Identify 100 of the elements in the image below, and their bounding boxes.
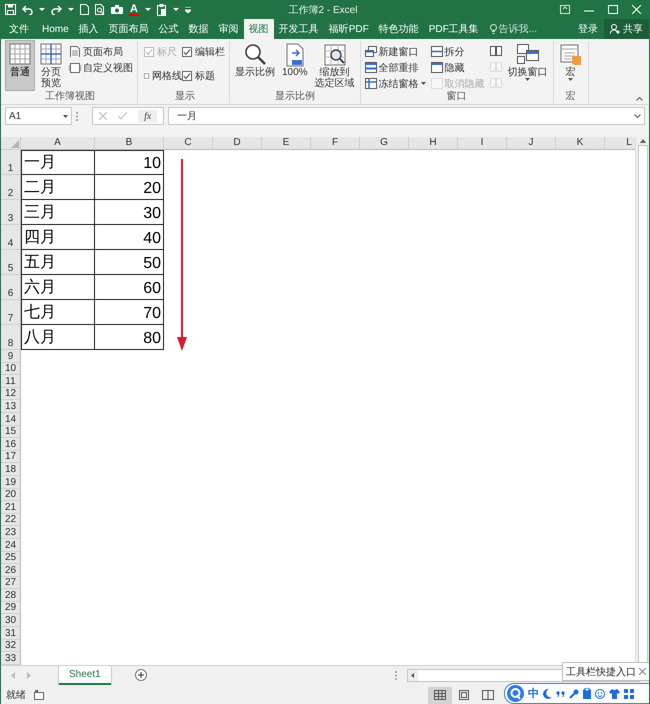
column-header[interactable]: I: [458, 137, 507, 150]
table-cell[interactable]: 八月: [21, 325, 95, 350]
row-header[interactable]: 18: [1, 463, 21, 476]
ribbon-button[interactable]: 切换窗口: [506, 41, 550, 90]
view-button[interactable]: [428, 686, 452, 704]
row-header[interactable]: 29: [1, 602, 21, 614]
row-header[interactable]: 2: [1, 175, 21, 200]
caret-icon[interactable]: [39, 8, 45, 11]
column-header[interactable]: J: [507, 137, 556, 150]
ribbon-button[interactable]: 新建窗口: [364, 44, 427, 59]
row-header[interactable]: 26: [1, 564, 21, 577]
table-cell[interactable]: 二月: [21, 175, 95, 200]
ribbon-tab[interactable]: Home: [37, 19, 74, 39]
name-box[interactable]: A1: [5, 107, 72, 125]
ribbon-tab[interactable]: 特色功能: [374, 19, 424, 39]
expand-caret-icon[interactable]: [634, 114, 641, 118]
row-header[interactable]: 5: [1, 250, 21, 275]
column-header[interactable]: H: [409, 137, 458, 150]
checkbox-label[interactable]: 网格线: [152, 69, 182, 83]
ribbon-button[interactable]: 全部重排: [364, 60, 427, 75]
column-header[interactable]: L: [605, 137, 635, 150]
ribbon-tab[interactable]: PDF工具集: [424, 19, 484, 39]
row-header[interactable]: 6: [1, 275, 21, 300]
lightbulb-icon[interactable]: [490, 24, 497, 34]
table-cell[interactable]: 四月: [21, 225, 95, 250]
undo-icon[interactable]: [22, 4, 33, 14]
moon-icon[interactable]: [543, 688, 552, 698]
input-mode-button[interactable]: 中: [528, 686, 539, 701]
row-header[interactable]: 31: [1, 627, 21, 640]
ribbon-display-icon[interactable]: [560, 5, 570, 14]
table-cell[interactable]: 七月: [21, 300, 95, 325]
row-header[interactable]: 27: [1, 576, 21, 590]
row-header[interactable]: 17: [1, 450, 21, 464]
column-header[interactable]: G: [360, 137, 409, 150]
column-header[interactable]: E: [262, 137, 311, 150]
row-header[interactable]: 12: [1, 388, 21, 400]
collapse-icon[interactable]: [636, 97, 643, 101]
column-header[interactable]: B: [95, 137, 164, 150]
redo-icon[interactable]: [51, 4, 62, 14]
scroll-up-icon[interactable]: [638, 139, 646, 143]
close-icon[interactable]: [639, 668, 646, 675]
column-header[interactable]: F: [311, 137, 360, 150]
add-sheet-icon[interactable]: [134, 669, 147, 681]
ribbon-tab[interactable]: 开发工具: [274, 19, 324, 39]
sign-in-link[interactable]: 登录: [572, 19, 604, 39]
column-header[interactable]: D: [213, 137, 262, 150]
ribbon-tab[interactable]: 审阅: [214, 19, 244, 39]
column-header[interactable]: C: [164, 137, 213, 150]
ribbon-button[interactable]: 页面布局: [68, 44, 134, 59]
paste-icon[interactable]: [156, 4, 167, 16]
ribbon-button[interactable]: 普通: [6, 41, 34, 90]
ribbon-button[interactable]: [488, 44, 503, 59]
row-header[interactable]: 32: [1, 640, 21, 652]
maximize-icon[interactable]: [608, 5, 618, 14]
ribbon-button[interactable]: 缩放到 选定区域: [312, 41, 357, 90]
insert-function-button[interactable]: fx: [138, 110, 158, 122]
row-header[interactable]: 24: [1, 538, 21, 552]
clipboard-icon[interactable]: [583, 688, 591, 699]
row-header[interactable]: 11: [1, 375, 21, 388]
row-header[interactable]: 3: [1, 200, 21, 225]
grid-menu-icon[interactable]: [624, 688, 634, 698]
punctuation-icon[interactable]: [556, 690, 565, 696]
font-color-button[interactable]: A: [129, 4, 139, 16]
wrench-icon[interactable]: [569, 688, 579, 698]
formula-field[interactable]: 一月: [168, 107, 645, 125]
row-header[interactable]: 28: [1, 589, 21, 602]
row-header[interactable]: 9: [1, 350, 21, 363]
ribbon-tab[interactable]: 文件: [1, 19, 37, 39]
shirt-icon[interactable]: [609, 688, 620, 698]
tell-me-field[interactable]: 告诉我...: [498, 24, 547, 34]
table-cell[interactable]: 10: [95, 150, 164, 175]
checkbox-label[interactable]: 标题: [195, 69, 215, 83]
row-header[interactable]: 15: [1, 426, 21, 438]
ribbon-button[interactable]: 拆分: [430, 44, 486, 59]
ribbon-tab[interactable]: 插入: [74, 19, 104, 39]
row-header[interactable]: 10: [1, 362, 21, 376]
table-cell[interactable]: 80: [95, 325, 164, 350]
ribbon-tab[interactable]: 数据: [184, 19, 214, 39]
smiley-icon[interactable]: [595, 688, 605, 698]
caret-icon[interactable]: [144, 8, 151, 11]
table-cell[interactable]: 50: [95, 250, 164, 275]
scrollbar-thumb[interactable]: [638, 145, 648, 665]
column-header[interactable]: A: [21, 137, 95, 150]
print-preview-icon[interactable]: [95, 4, 105, 15]
dropdown-caret-icon[interactable]: [63, 114, 68, 118]
ribbon-button[interactable]: 自定义视图: [68, 60, 134, 75]
row-header[interactable]: 1: [1, 150, 21, 175]
row-header[interactable]: 7: [1, 300, 21, 325]
ribbon-tab[interactable]: 公式: [154, 19, 184, 39]
ribbon-tab[interactable]: 页面布局: [104, 19, 154, 39]
ribbon-button[interactable]: 显示比例: [233, 41, 277, 90]
ime-logo-icon[interactable]: [507, 685, 524, 702]
row-header[interactable]: 4: [1, 225, 21, 250]
ribbon-button[interactable]: 隐藏: [430, 60, 486, 75]
table-cell[interactable]: 70: [95, 300, 164, 325]
table-cell[interactable]: 三月: [21, 200, 95, 225]
ribbon-button[interactable]: 冻结窗格: [364, 76, 427, 91]
row-header[interactable]: 22: [1, 514, 21, 526]
ribbon-button[interactable]: 分页 预览: [37, 41, 65, 90]
row-header[interactable]: 33: [1, 652, 21, 665]
